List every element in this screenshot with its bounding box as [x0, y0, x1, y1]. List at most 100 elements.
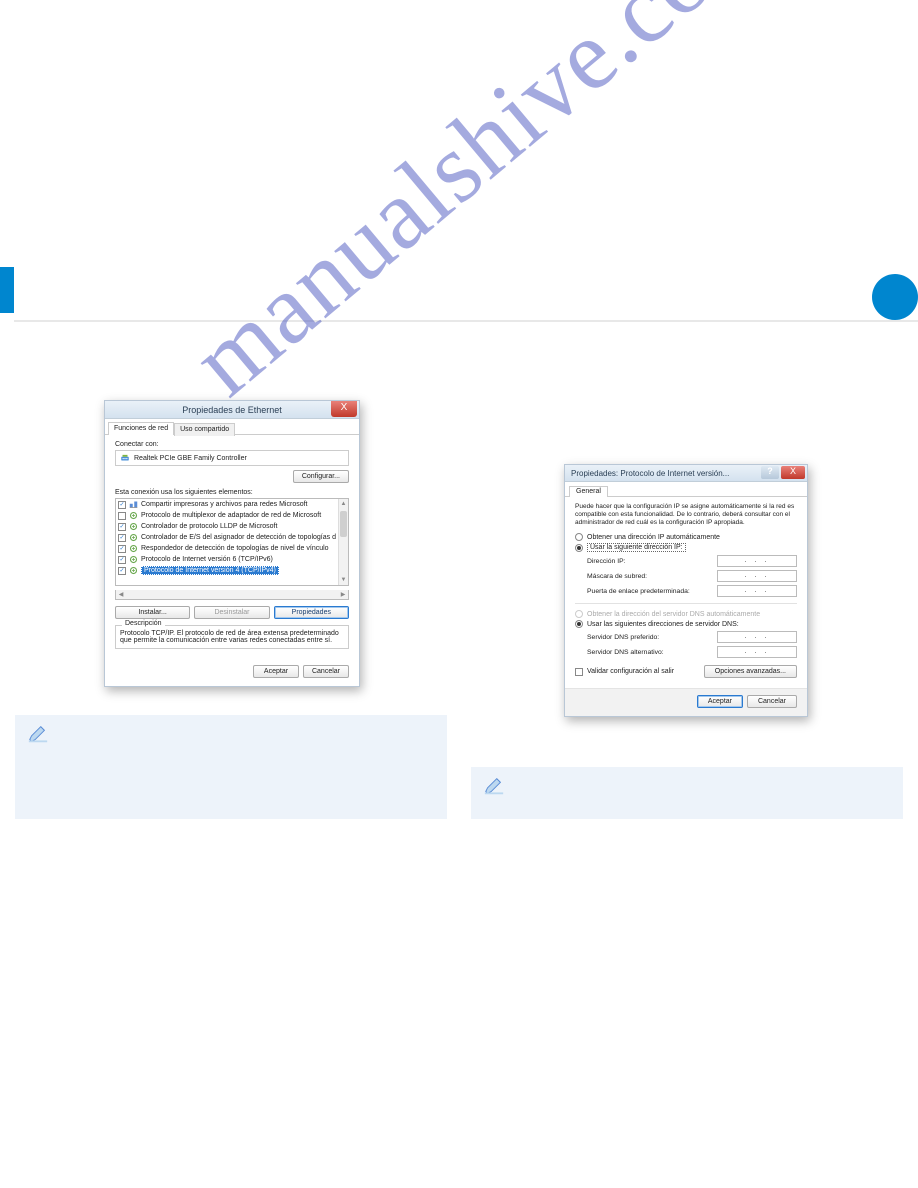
dns-preferred-row: Servidor DNS preferido: . . .	[587, 631, 797, 643]
radio-auto-dns: Obtener la dirección del servidor DNS au…	[575, 610, 797, 618]
gateway-label: Puerta de enlace predeterminada:	[587, 588, 690, 595]
validate-label: Validar configuración al salir	[587, 668, 674, 675]
radio-icon[interactable]	[575, 544, 583, 552]
description-frame: Descripción Protocolo TCP/IP. El protoco…	[115, 625, 349, 649]
protocol-icon	[129, 511, 138, 520]
help-button[interactable]: ?	[761, 466, 779, 479]
mask-input[interactable]: . . .	[717, 570, 797, 582]
vertical-scrollbar[interactable]: ▲ ▼	[338, 499, 348, 585]
page-header-accent	[0, 267, 14, 313]
radio-icon[interactable]	[575, 620, 583, 628]
uninstall-button: Desinstalar	[194, 606, 269, 619]
note-box	[471, 767, 903, 819]
list-item[interactable]: ✓ Controlador de E/S del asignador de de…	[116, 532, 338, 543]
note-pencil-icon	[27, 723, 49, 745]
list-item[interactable]: Protocolo de multiplexor de adaptador de…	[116, 510, 338, 521]
ip-label: Dirección IP:	[587, 558, 626, 565]
dns-alt-row: Servidor DNS alternativo: . . .	[587, 646, 797, 658]
close-button[interactable]: X	[331, 401, 357, 417]
connect-with-label: Conectar con:	[115, 441, 349, 448]
list-item-label: Controlador de E/S del asignador de dete…	[141, 534, 336, 541]
note-pencil-icon	[483, 775, 505, 797]
properties-button[interactable]: Propiedades	[274, 606, 349, 619]
radio-label: Obtener la dirección del servidor DNS au…	[587, 611, 760, 618]
separator	[575, 603, 797, 604]
gateway-input[interactable]: . . .	[717, 585, 797, 597]
checkbox-icon[interactable]: ✓	[118, 545, 126, 553]
list-item[interactable]: ✓ Compartir impresoras y archivos para r…	[116, 499, 338, 510]
elements-label: Esta conexión usa los siguientes element…	[115, 489, 349, 496]
radio-icon[interactable]	[575, 533, 583, 541]
radio-use-ip[interactable]: Usar la siguiente dirección IP:	[575, 543, 797, 552]
scroll-up-icon[interactable]: ▲	[339, 499, 348, 509]
help-icon: ?	[767, 466, 773, 476]
configure-button[interactable]: Configurar...	[293, 470, 349, 483]
checkbox-icon[interactable]	[118, 512, 126, 520]
scroll-right-icon[interactable]: ▶	[338, 590, 348, 599]
protocol-icon	[129, 566, 138, 575]
list-item-label: Protocolo de Internet versión 4 (TCP/IPv…	[141, 566, 279, 575]
close-icon: X	[790, 466, 796, 476]
protocol-icon	[129, 544, 138, 553]
subnet-mask-row: Máscara de subred: . . .	[587, 570, 797, 582]
watermark-text: manualshive.com	[170, 0, 794, 418]
dialog-title-bar[interactable]: Propiedades: Protocolo de Internet versi…	[565, 465, 807, 482]
dns2-input[interactable]: . . .	[717, 646, 797, 658]
share-icon	[129, 500, 138, 509]
dialog-title-bar[interactable]: Propiedades de Ethernet X	[105, 401, 359, 419]
tab-strip: General	[565, 482, 807, 497]
cancel-button[interactable]: Cancelar	[303, 665, 349, 678]
scrollbar-thumb[interactable]	[340, 511, 347, 537]
list-item-label: Protocolo de multiplexor de adaptador de…	[141, 512, 321, 519]
horizontal-scrollbar[interactable]: ◀ ▶	[115, 590, 349, 600]
mask-label: Máscara de subred:	[587, 573, 647, 580]
protocol-icon	[129, 555, 138, 564]
list-item[interactable]: ✓ Respondedor de detección de topologías…	[116, 543, 338, 554]
adapter-name: Realtek PCIe GBE Family Controller	[134, 455, 247, 462]
close-button[interactable]: X	[781, 466, 805, 479]
scroll-down-icon[interactable]: ▼	[339, 575, 348, 585]
install-button[interactable]: Instalar...	[115, 606, 190, 619]
validate-checkbox-row[interactable]: Validar configuración al salir	[575, 668, 674, 676]
accept-button[interactable]: Aceptar	[253, 665, 299, 678]
dns1-input[interactable]: . . .	[717, 631, 797, 643]
gateway-row: Puerta de enlace predeterminada: . . .	[587, 585, 797, 597]
list-item-label: Protocolo de Internet versión 6 (TCP/IPv…	[141, 556, 273, 563]
checkbox-icon[interactable]	[575, 668, 583, 676]
advanced-button[interactable]: Opciones avanzadas...	[704, 665, 797, 678]
checkbox-icon[interactable]: ✓	[118, 556, 126, 564]
network-adapter-icon	[120, 453, 130, 463]
checkbox-icon[interactable]: ✓	[118, 534, 126, 542]
protocol-list[interactable]: ✓ Compartir impresoras y archivos para r…	[115, 498, 349, 586]
description-text: Protocolo TCP/IP. El protocolo de red de…	[120, 630, 344, 644]
checkbox-icon[interactable]: ✓	[118, 523, 126, 531]
ip-input[interactable]: . . .	[717, 555, 797, 567]
tab-network-functions[interactable]: Funciones de red	[108, 422, 174, 435]
tab-general[interactable]: General	[569, 486, 608, 497]
protocol-icon	[129, 522, 138, 531]
radio-label: Obtener una dirección IP automáticamente	[587, 534, 720, 541]
close-icon: X	[341, 402, 348, 413]
dialog-title-text: Propiedades de Ethernet	[182, 405, 282, 415]
protocol-icon	[129, 533, 138, 542]
list-item[interactable]: ✓ Controlador de protocolo LLDP de Micro…	[116, 521, 338, 532]
dialog-title-text: Propiedades: Protocolo de Internet versi…	[571, 469, 729, 478]
ip-address-row: Dirección IP: . . .	[587, 555, 797, 567]
tab-sharing[interactable]: Uso compartido	[174, 423, 235, 436]
list-item[interactable]: ✓ Protocolo de Internet versión 6 (TCP/I…	[116, 554, 338, 565]
checkbox-icon[interactable]: ✓	[118, 567, 126, 575]
list-item-selected[interactable]: ✓ Protocolo de Internet versión 4 (TCP/I…	[116, 565, 338, 576]
radio-label: Usar la siguiente dirección IP:	[587, 543, 686, 552]
scroll-left-icon[interactable]: ◀	[116, 590, 126, 599]
tab-strip: Funciones de red Uso compartido	[105, 419, 359, 435]
accept-button[interactable]: Aceptar	[697, 695, 743, 708]
note-box	[15, 715, 447, 819]
ethernet-properties-dialog: Propiedades de Ethernet X Funciones de r…	[104, 400, 360, 687]
radio-label: Usar las siguientes direcciones de servi…	[587, 621, 739, 628]
cancel-button[interactable]: Cancelar	[747, 695, 797, 708]
dns1-label: Servidor DNS preferido:	[587, 634, 659, 641]
radio-use-dns[interactable]: Usar las siguientes direcciones de servi…	[575, 620, 797, 628]
checkbox-icon[interactable]: ✓	[118, 501, 126, 509]
list-item-label: Controlador de protocolo LLDP de Microso…	[141, 523, 277, 530]
radio-auto-ip[interactable]: Obtener una dirección IP automáticamente	[575, 533, 797, 541]
